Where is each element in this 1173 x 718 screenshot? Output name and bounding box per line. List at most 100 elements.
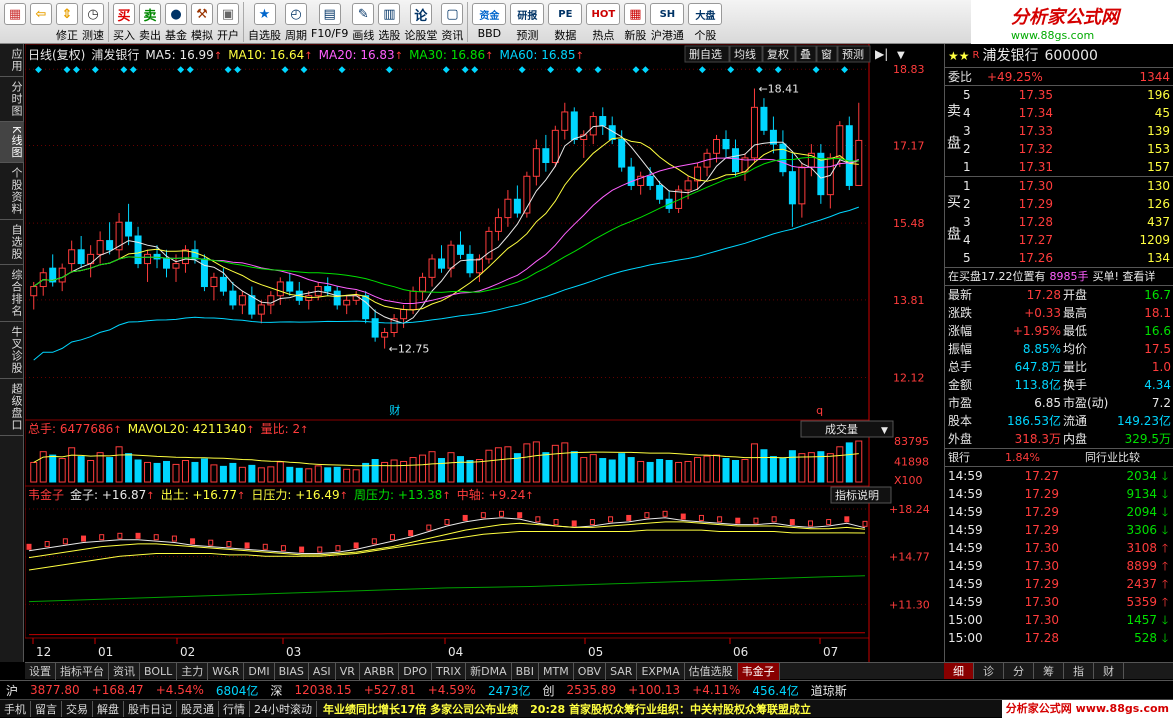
toolbar-button-10[interactable]: ◴ 周期 [283, 0, 309, 44]
toolbar-button-8[interactable]: ▣ 开户 [215, 0, 241, 44]
indicator-tab-8[interactable]: ASI [309, 662, 336, 680]
volume-chart[interactable]: 总手: 6477686↑ MAVOL20: 4211340↑ 量比: 2↑ 成交量 ▼8… [25, 420, 944, 486]
indicator-tab-0[interactable]: 设置 [25, 662, 56, 680]
indicator-tab-16[interactable]: OBV [574, 662, 607, 680]
status-item-1[interactable]: 留言 [31, 700, 62, 717]
tick-row: 14:59 17.30 8899 🡑 [945, 557, 1173, 575]
toolbar-button-14[interactable]: 论论股堂 [402, 0, 439, 44]
toolbar-label: 修正 [56, 29, 78, 42]
toolbar-button-0[interactable]: ▦ [2, 0, 28, 44]
indicator-tab-17[interactable]: SAR [606, 662, 638, 680]
candle-body [532, 148, 540, 177]
indicator-tab-3[interactable]: BOLL [140, 662, 178, 680]
left-tab-2[interactable]: K线图 [0, 122, 24, 164]
big-order-notice[interactable]: 在买盘17.22位置有 8985手 买单! 查看详 [945, 268, 1173, 286]
indicator-tab-19[interactable]: 估值选股 [685, 662, 738, 680]
indicator-tab-20[interactable]: 韦金子 [737, 662, 780, 680]
left-tab-0[interactable]: 应用 [0, 44, 24, 77]
right-tab-2[interactable]: 分 [1004, 663, 1034, 679]
status-item-3[interactable]: 解盘 [93, 700, 124, 717]
volume-bar [713, 454, 721, 483]
news-ticker-2[interactable]: 20:28 首家股权众筹行业组织：中关村股权众筹联盟成立 [524, 701, 817, 717]
toolbar-button-3[interactable]: ◷ 测速 [80, 0, 106, 44]
status-item-2[interactable]: 交易 [62, 700, 93, 717]
status-item-6[interactable]: 行情 [219, 700, 250, 717]
indicator-tab-4[interactable]: 主力 [177, 662, 209, 680]
volume-bar [305, 468, 313, 483]
indicator-tab-12[interactable]: TRIX [432, 662, 467, 680]
left-tab-6[interactable]: 牛叉诊股 [0, 322, 24, 380]
toolbar-button-13[interactable]: ▥ 选股 [376, 0, 402, 44]
right-tab-5[interactable]: 财 [1094, 663, 1124, 679]
candle-body [466, 253, 474, 274]
event-diamond-icon: ◆ [234, 65, 241, 75]
left-tab-4[interactable]: 自选股 [0, 220, 24, 266]
indicator-tab-5[interactable]: W&R [208, 662, 245, 680]
left-tab-5[interactable]: 综合排名 [0, 265, 24, 323]
toolbar-button-11[interactable]: ▤ F10/F9 [309, 0, 350, 44]
toolbar-button-4[interactable]: 买买入 [111, 0, 137, 44]
toolbar-button-9[interactable]: ★ 自选股 [246, 0, 283, 44]
kline-header-item: 日线(复权) [28, 48, 85, 62]
toolbar-button-22[interactable]: 大盘 个股 [686, 0, 724, 44]
indicator-tab-13[interactable]: 新DMA [466, 662, 512, 680]
kline-chart[interactable]: 日线(复权) 浦发银行 MA5: 16.99↑ MA10: 16.64↑ MA20: 1… [25, 44, 944, 420]
volume-bar [798, 453, 806, 483]
left-tab-1[interactable]: 分时图 [0, 77, 24, 122]
stat-value: 318.3万 [1014, 432, 1061, 446]
indicator-tab-15[interactable]: MTM [539, 662, 574, 680]
toolbar-button-21[interactable]: SH 沪港通 [648, 0, 686, 44]
indicator-tab-7[interactable]: BIAS [275, 662, 309, 680]
right-tab-3[interactable]: 筹 [1034, 663, 1064, 679]
toolbar-button-5[interactable]: 卖卖出 [137, 0, 163, 44]
indicator-mark [480, 512, 486, 519]
level-number: 4 [963, 106, 971, 120]
toolbar-button-15[interactable]: ▢ 资讯 [439, 0, 465, 44]
ticker-item: 12038.15 [294, 683, 352, 697]
toolbar-button-2[interactable]: ⇕ 修正 [54, 0, 80, 44]
candle-body [731, 148, 739, 173]
indicator-help-label: 指标说明 [835, 488, 879, 502]
toolbar-button-16[interactable]: 资金 BBD [470, 0, 508, 44]
left-tab-3[interactable]: 个股资料 [0, 163, 24, 221]
ticker-item: +4.54% [155, 683, 204, 697]
toolbar-button-7[interactable]: ⚒ 模拟 [189, 0, 215, 44]
industry-row[interactable]: 银行 1.84% 同行业比较 [945, 449, 1173, 467]
tick-volume: 5359 [1126, 595, 1157, 609]
left-tab-7[interactable]: 超级盘口 [0, 379, 24, 437]
indicator-tab-6[interactable]: DMI [244, 662, 275, 680]
toolbar-button-17[interactable]: 研报 预测 [508, 0, 546, 44]
indicator-tab-11[interactable]: DPO [399, 662, 432, 680]
volume-bar [475, 459, 483, 483]
indicator-tab-18[interactable]: EXPMA [637, 662, 685, 680]
indicator-tab-14[interactable]: BBI [512, 662, 539, 680]
right-tab-0[interactable]: 细 [944, 663, 974, 679]
toolbar-button-19[interactable]: HOT 热点 [584, 0, 622, 44]
toolbar-button-18[interactable]: PE 数据 [546, 0, 584, 44]
toolbar-button-20[interactable]: ▦ 新股 [622, 0, 648, 44]
event-diamond-icon: ◆ [775, 65, 782, 75]
indicator-tab-9[interactable]: VR [336, 662, 360, 680]
ticker-item: +4.59% [427, 683, 476, 697]
status-item-4[interactable]: 股市日记 [124, 700, 177, 717]
toolbar-label: 买入 [113, 29, 135, 42]
status-item-7[interactable]: 24小时滚动 [250, 700, 317, 717]
toolbar-button-6[interactable]: ● 基金 [163, 0, 189, 44]
indicator-chart[interactable]: 韦金子 金子: +16.87↑ 出土: +16.77↑ 日压力: +16.49↑ 周压力… [25, 486, 944, 662]
right-tab-1[interactable]: 诊 [974, 663, 1004, 679]
candle-body [144, 253, 152, 265]
indicator-tab-1[interactable]: 指标平台 [56, 662, 109, 680]
status-item-0[interactable]: 手机 [0, 700, 31, 717]
news-ticker-1[interactable]: 年业绩同比增长17倍 多家公司公布业绩 [317, 701, 524, 717]
indicator-tab-10[interactable]: ARBR [360, 662, 400, 680]
toolbar-button-1[interactable]: ⇦ [28, 0, 54, 44]
indicator-tab-2[interactable]: 资讯 [109, 662, 140, 680]
indicator-mark [317, 546, 323, 553]
sell-level-row: 3 17.33 139 [963, 122, 1173, 140]
right-tab-4[interactable]: 指 [1064, 663, 1094, 679]
toolbar-button-12[interactable]: ✎ 画线 [350, 0, 376, 44]
tick-price: 17.30 [1024, 595, 1059, 609]
status-item-5[interactable]: 股灵通 [177, 700, 219, 717]
ticker-item: +4.11% [692, 683, 741, 697]
indicator-mark [571, 520, 577, 527]
